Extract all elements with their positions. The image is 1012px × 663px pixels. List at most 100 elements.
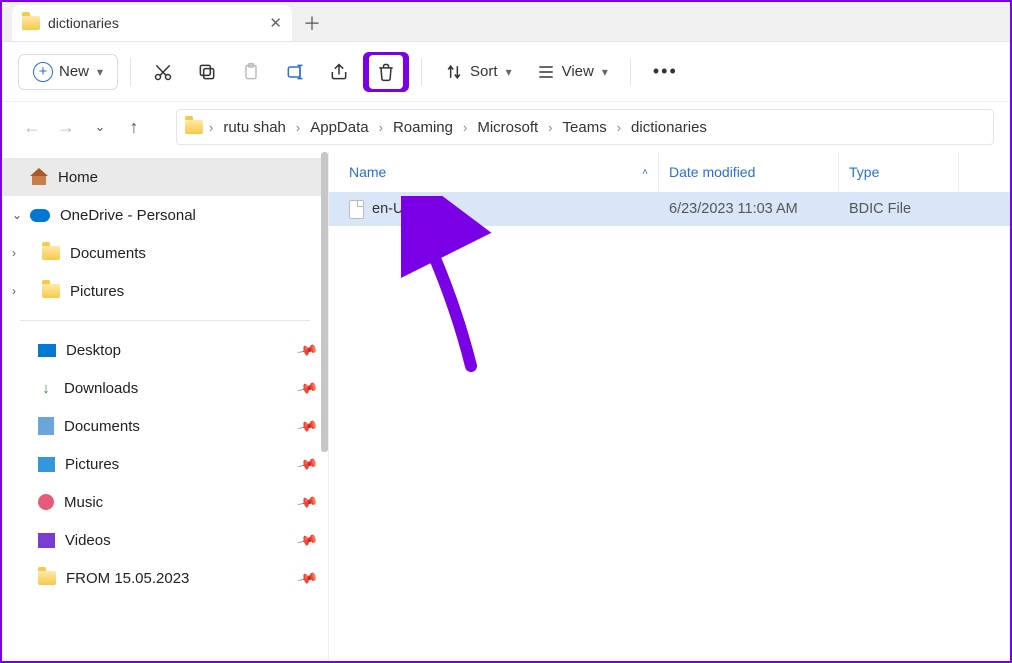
sidebar-item-documents[interactable]: › Documents	[2, 234, 328, 272]
column-label: Type	[849, 164, 879, 180]
rename-button[interactable]	[275, 52, 315, 92]
plus-icon: +	[33, 62, 53, 82]
chevron-right-icon: ›	[617, 120, 621, 135]
onedrive-icon	[30, 209, 50, 222]
arrow-left-icon: ←	[23, 117, 41, 138]
separator	[20, 320, 310, 321]
column-date[interactable]: Date modified	[659, 152, 839, 192]
sidebar-item-onedrive[interactable]: ⌄ OneDrive - Personal	[2, 196, 328, 234]
sidebar-item-label: Desktop	[66, 342, 121, 359]
cell-date: 6/23/2023 11:03 AM	[659, 201, 839, 217]
pictures-icon	[38, 457, 55, 472]
view-button[interactable]: View ▾	[526, 52, 618, 92]
sidebar-item-pictures-q[interactable]: Pictures 📌	[2, 445, 328, 483]
delete-button[interactable]	[363, 52, 409, 92]
column-name[interactable]: Name ˄	[339, 152, 659, 192]
chevron-down-icon: ▾	[506, 65, 512, 79]
copy-button[interactable]	[187, 52, 227, 92]
share-button[interactable]	[319, 52, 359, 92]
more-button[interactable]: •••	[643, 52, 688, 92]
new-button[interactable]: + New ▾	[18, 54, 118, 90]
column-type[interactable]: Type	[839, 152, 959, 192]
rename-icon	[285, 62, 305, 82]
clipboard-icon	[241, 62, 261, 82]
column-headers: Name ˄ Date modified Type	[329, 152, 1010, 192]
trash-icon	[376, 62, 396, 82]
crumb-appdata[interactable]: AppData	[306, 117, 372, 138]
crumb-rutu-shah[interactable]: rutu shah	[219, 117, 290, 138]
sidebar-item-downloads[interactable]: ↓ Downloads 📌	[2, 369, 328, 407]
new-tab-button[interactable]: ＋	[292, 5, 332, 41]
sidebar-item-documents-q[interactable]: Documents 📌	[2, 407, 328, 445]
tab-bar: dictionaries ✕ ＋	[2, 2, 1010, 42]
sidebar-item-from-folder[interactable]: FROM 15.05.2023 📌	[2, 559, 328, 597]
toolbar: + New ▾ Sort ▾ View ▾ •••	[2, 42, 1010, 102]
crumb-microsoft[interactable]: Microsoft	[473, 117, 542, 138]
chevron-down-icon: ⌄	[95, 119, 106, 135]
chevron-right-icon: ›	[463, 120, 467, 135]
sidebar-item-home[interactable]: Home	[2, 158, 328, 196]
recent-button[interactable]: ⌄	[86, 113, 114, 141]
tab-dictionaries[interactable]: dictionaries ✕	[12, 5, 292, 41]
video-icon	[38, 533, 55, 548]
sidebar-item-pictures[interactable]: › Pictures	[2, 272, 328, 310]
crumb-teams[interactable]: Teams	[559, 117, 611, 138]
chevron-down-icon: ▾	[602, 65, 608, 79]
chevron-down-icon: ▾	[97, 65, 103, 79]
pin-icon: 📌	[295, 566, 319, 589]
breadcrumb[interactable]: › rutu shah › AppData › Roaming › Micros…	[176, 109, 994, 145]
tab-title: dictionaries	[48, 15, 119, 31]
sidebar-item-label: Documents	[70, 245, 146, 262]
sidebar-item-label: Pictures	[65, 456, 119, 473]
chevron-right-icon[interactable]: ›	[12, 284, 16, 298]
sidebar-item-label: Pictures	[70, 283, 124, 300]
folder-icon	[185, 120, 203, 134]
document-icon	[38, 417, 54, 435]
folder-icon	[38, 571, 56, 585]
home-icon	[30, 169, 48, 185]
separator	[630, 58, 631, 86]
sidebar-item-label: Music	[64, 494, 103, 511]
crumb-roaming[interactable]: Roaming	[389, 117, 457, 138]
scrollbar[interactable]	[321, 152, 328, 452]
file-row[interactable]: en-US.bdic 6/23/2023 11:03 AM BDIC File	[329, 192, 1010, 226]
folder-icon	[42, 246, 60, 260]
sort-indicator-icon: ˄	[642, 167, 648, 178]
sidebar-item-label: Videos	[65, 532, 111, 549]
column-label: Name	[349, 164, 386, 180]
chevron-right-icon[interactable]: ›	[12, 246, 16, 260]
sidebar-item-videos[interactable]: Videos 📌	[2, 521, 328, 559]
back-button[interactable]: ←	[18, 113, 46, 141]
copy-icon	[197, 62, 217, 82]
sidebar-item-label: OneDrive - Personal	[60, 207, 196, 224]
sidebar-item-desktop[interactable]: Desktop 📌	[2, 331, 328, 369]
pin-icon: 📌	[295, 338, 319, 361]
chevron-right-icon: ›	[209, 120, 213, 135]
music-icon	[38, 494, 54, 510]
sort-label: Sort	[470, 63, 498, 80]
chevron-right-icon: ›	[379, 120, 383, 135]
folder-icon	[42, 284, 60, 298]
up-button[interactable]: ↑	[120, 113, 148, 141]
arrow-right-icon: →	[57, 117, 75, 138]
close-tab-icon[interactable]: ✕	[269, 14, 282, 32]
file-icon	[349, 200, 364, 219]
share-icon	[329, 62, 349, 82]
separator	[130, 58, 131, 86]
cell-type: BDIC File	[839, 201, 959, 217]
sidebar-item-music[interactable]: Music 📌	[2, 483, 328, 521]
pin-icon: 📌	[295, 528, 319, 551]
chevron-right-icon: ›	[548, 120, 552, 135]
paste-button[interactable]	[231, 52, 271, 92]
view-icon	[536, 62, 556, 82]
sort-button[interactable]: Sort ▾	[434, 52, 522, 92]
cut-button[interactable]	[143, 52, 183, 92]
sidebar-item-label: Documents	[64, 418, 140, 435]
file-list: Name ˄ Date modified Type en-US.bdic 6/2…	[328, 152, 1010, 661]
separator	[421, 58, 422, 86]
cell-name: en-US.bdic	[339, 200, 659, 219]
crumb-dictionaries[interactable]: dictionaries	[627, 117, 711, 138]
forward-button[interactable]: →	[52, 113, 80, 141]
chevron-down-icon[interactable]: ⌄	[12, 208, 22, 222]
arrow-up-icon: ↑	[130, 117, 139, 138]
